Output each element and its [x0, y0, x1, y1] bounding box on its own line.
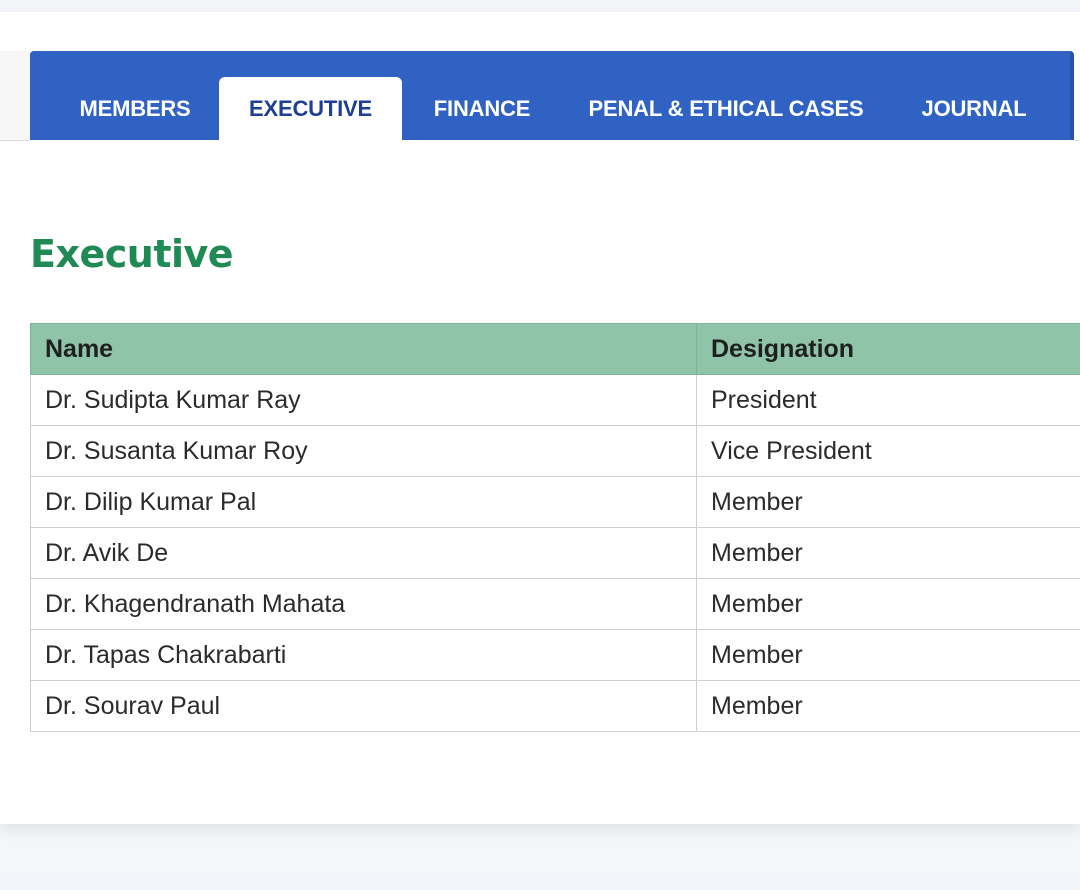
member-name: Dr. Khagendranath Mahata [30, 578, 697, 630]
member-name: Dr. Tapas Chakrabarti [30, 629, 697, 681]
member-designation: President [696, 374, 1080, 426]
member-designation: Member [696, 527, 1080, 579]
table-row: Dr. Sourav Paul Member [30, 680, 1080, 732]
content-card: MEMBERS EXECUTIVE FINANCE PENAL & ETHICA… [0, 12, 1080, 824]
tab-bar-left-spacer [0, 51, 30, 140]
table-row: Dr. Tapas Chakrabarti Member [30, 629, 1080, 681]
tab-members[interactable]: MEMBERS [60, 77, 210, 140]
member-designation: Member [696, 629, 1080, 681]
member-name: Dr. Avik De [30, 527, 697, 579]
tab-penal-ethical-cases[interactable]: PENAL & ETHICAL CASES [570, 77, 882, 140]
table-row: Dr. Sudipta Kumar Ray President [30, 374, 1080, 426]
table-row: Dr. Avik De Member [30, 527, 1080, 579]
top-strip [0, 0, 1080, 12]
tab-executive[interactable]: EXECUTIVE [219, 77, 402, 140]
member-designation: Member [696, 578, 1080, 630]
tab-underline-left [0, 140, 30, 141]
member-designation: Member [696, 476, 1080, 528]
column-header-designation: Designation [696, 323, 1080, 375]
tab-journal[interactable]: JOURNAL [904, 77, 1044, 140]
member-name: Dr. Susanta Kumar Roy [30, 425, 697, 477]
column-header-name: Name [30, 323, 697, 375]
member-name: Dr. Dilip Kumar Pal [30, 476, 697, 528]
table-row: Dr. Khagendranath Mahata Member [30, 578, 1080, 630]
table-row: Dr. Dilip Kumar Pal Member [30, 476, 1080, 528]
bottom-strip [0, 874, 1080, 890]
member-designation: Member [696, 680, 1080, 732]
executive-table: Name Designation Dr. Sudipta Kumar Ray P… [30, 323, 1080, 732]
tab-bar: MEMBERS EXECUTIVE FINANCE PENAL & ETHICA… [30, 51, 1074, 140]
page-title: Executive [30, 232, 234, 276]
member-name: Dr. Sudipta Kumar Ray [30, 374, 697, 426]
member-name: Dr. Sourav Paul [30, 680, 697, 732]
table-row: Dr. Susanta Kumar Roy Vice President [30, 425, 1080, 477]
tab-finance[interactable]: FINANCE [412, 77, 552, 140]
tab-underline-right [1074, 140, 1080, 141]
member-designation: Vice President [696, 425, 1080, 477]
table-header-row: Name Designation [30, 323, 1080, 375]
